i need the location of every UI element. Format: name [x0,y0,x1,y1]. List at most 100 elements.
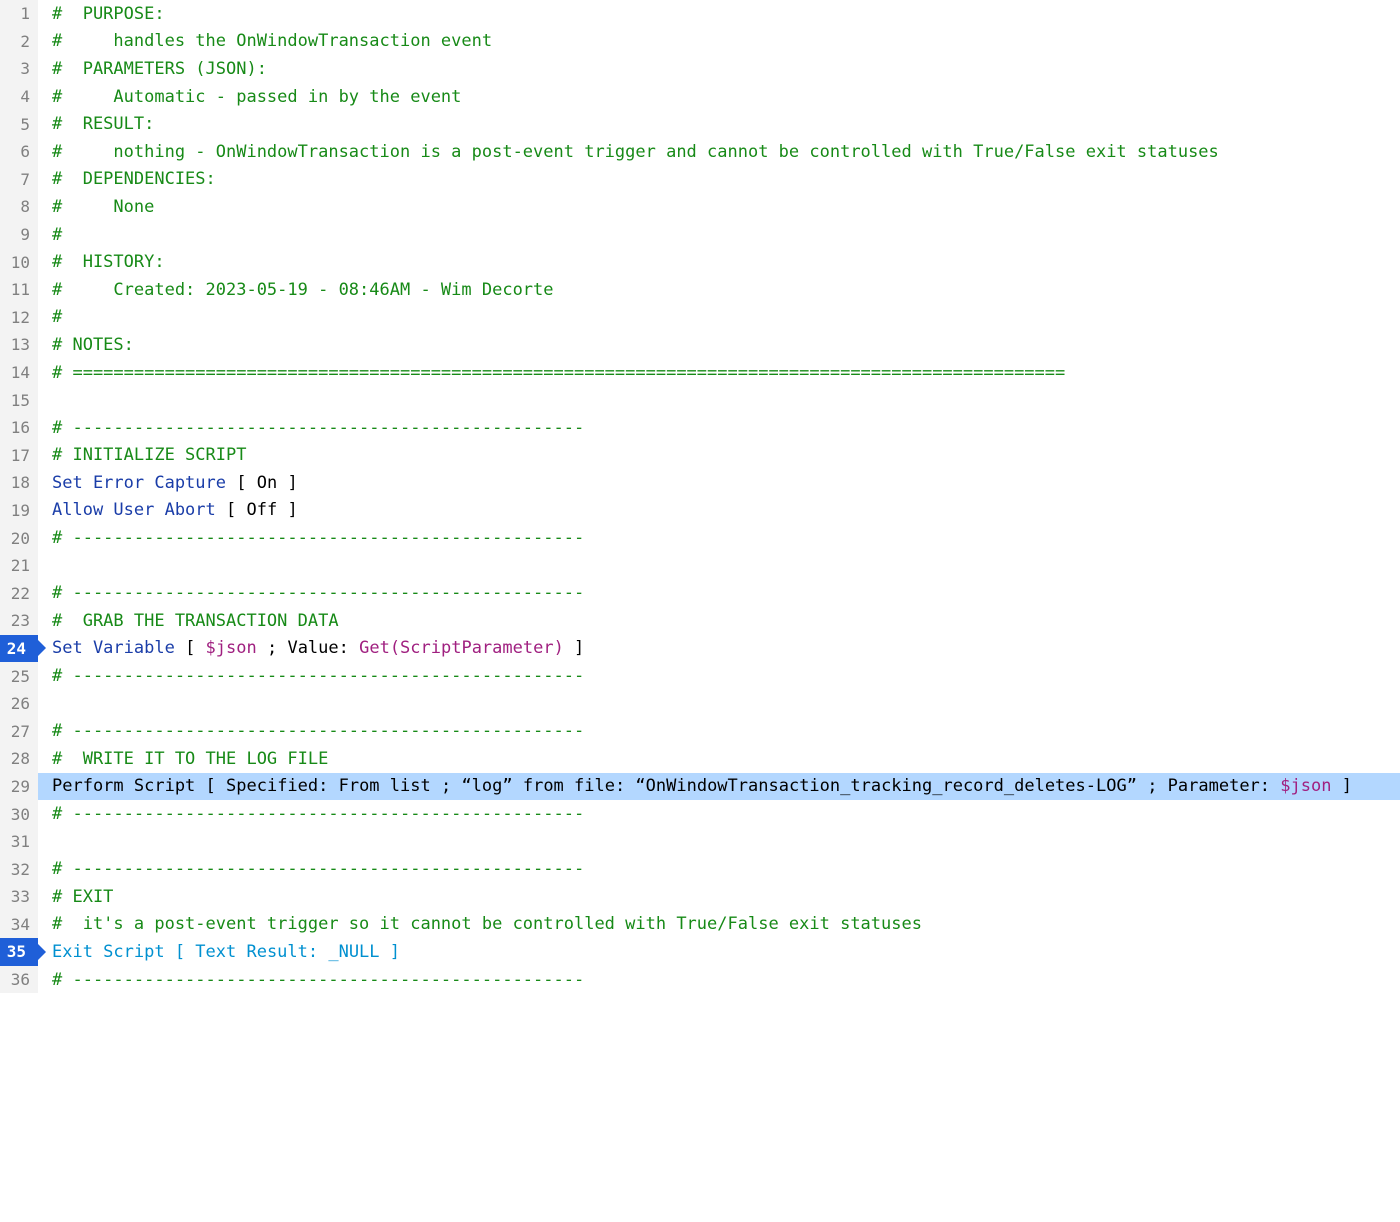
code-line[interactable]: 15 [0,386,1400,414]
code-content[interactable]: # GRAB THE TRANSACTION DATA [38,607,1400,635]
code-content[interactable]: # handles the OnWindowTransaction event [38,28,1400,56]
line-number[interactable]: 7 [0,166,38,194]
code-line[interactable]: 1# PURPOSE: [0,0,1400,28]
code-line[interactable]: 3# PARAMETERS (JSON): [0,55,1400,83]
code-content[interactable]: Allow User Abort [ Off ] [38,497,1400,525]
code-line[interactable]: 2# handles the OnWindowTransaction event [0,28,1400,56]
code-content[interactable]: # DEPENDENCIES: [38,166,1400,194]
line-number[interactable]: 6 [0,138,38,166]
code-line[interactable]: 12# [0,304,1400,332]
code-line[interactable]: 29Perform Script [ Specified: From list … [0,773,1400,801]
code-content[interactable] [38,552,1400,580]
code-line[interactable]: 13# NOTES: [0,331,1400,359]
line-number[interactable]: 30 [0,800,38,828]
code-content[interactable]: Set Error Capture [ On ] [38,469,1400,497]
code-content[interactable]: # INITIALIZE SCRIPT [38,442,1400,470]
code-content[interactable]: # PURPOSE: [38,0,1400,28]
line-number[interactable]: 12 [0,304,38,332]
code-line[interactable]: 23# GRAB THE TRANSACTION DATA [0,607,1400,635]
code-line[interactable]: 4# Automatic - passed in by the event [0,83,1400,111]
code-line[interactable]: 22# ------------------------------------… [0,579,1400,607]
code-line[interactable]: 11# Created: 2023-05-19 - 08:46AM - Wim … [0,276,1400,304]
line-number[interactable]: 29 [0,773,38,801]
line-number[interactable]: 9 [0,221,38,249]
line-number[interactable]: 22 [0,579,38,607]
code-content[interactable]: # Created: 2023-05-19 - 08:46AM - Wim De… [38,276,1400,304]
code-content[interactable]: # --------------------------------------… [38,855,1400,883]
code-content[interactable]: # NOTES: [38,331,1400,359]
code-line[interactable]: 7# DEPENDENCIES: [0,166,1400,194]
line-number[interactable]: 20 [0,524,38,552]
code-content[interactable]: # --------------------------------------… [38,524,1400,552]
code-content[interactable]: # None [38,193,1400,221]
code-line[interactable]: 31 [0,828,1400,856]
code-line[interactable]: 26 [0,690,1400,718]
code-content[interactable]: # HISTORY: [38,248,1400,276]
line-number[interactable]: 18 [0,469,38,497]
line-number[interactable]: 11 [0,276,38,304]
code-content[interactable]: # nothing - OnWindowTransaction is a pos… [38,138,1400,166]
code-content[interactable]: # --------------------------------------… [38,662,1400,690]
line-number[interactable]: 32 [0,855,38,883]
code-content[interactable]: # [38,221,1400,249]
line-number[interactable]: 23 [0,607,38,635]
code-content[interactable]: # --------------------------------------… [38,414,1400,442]
code-line[interactable]: 19Allow User Abort [ Off ] [0,497,1400,525]
line-number[interactable]: 4 [0,83,38,111]
code-line[interactable]: 18Set Error Capture [ On ] [0,469,1400,497]
code-line[interactable]: 9# [0,221,1400,249]
line-number[interactable]: 25 [0,662,38,690]
code-content[interactable] [38,386,1400,414]
code-line[interactable]: 16# ------------------------------------… [0,414,1400,442]
code-content[interactable]: # [38,304,1400,332]
code-line[interactable]: 5# RESULT: [0,110,1400,138]
line-number[interactable]: 8 [0,193,38,221]
line-number[interactable]: 13 [0,331,38,359]
code-line[interactable]: 20# ------------------------------------… [0,524,1400,552]
line-number[interactable]: 16 [0,414,38,442]
line-number[interactable]: 3 [0,55,38,83]
line-number[interactable]: 15 [0,386,38,414]
code-line[interactable]: 32# ------------------------------------… [0,855,1400,883]
line-number[interactable]: 34 [0,911,38,939]
code-line[interactable]: 8# None [0,193,1400,221]
code-line[interactable]: 24Set Variable [ $json ; Value: Get(Scri… [0,635,1400,663]
code-line[interactable]: 33# EXIT [0,883,1400,911]
code-line[interactable]: 6# nothing - OnWindowTransaction is a po… [0,138,1400,166]
code-content[interactable]: # it's a post-event trigger so it cannot… [38,911,1400,939]
line-number[interactable]: 31 [0,828,38,856]
line-number[interactable]: 5 [0,110,38,138]
code-line[interactable]: 17# INITIALIZE SCRIPT [0,442,1400,470]
code-content[interactable]: # --------------------------------------… [38,966,1400,994]
line-number[interactable]: 10 [0,248,38,276]
code-line[interactable]: 30# ------------------------------------… [0,800,1400,828]
code-content[interactable] [38,690,1400,718]
code-line[interactable]: 14# ====================================… [0,359,1400,387]
code-content[interactable]: # --------------------------------------… [38,800,1400,828]
code-content[interactable]: Perform Script [ Specified: From list ; … [38,773,1400,801]
code-line[interactable]: 10# HISTORY: [0,248,1400,276]
breakpoint-marker[interactable]: 35 [0,938,38,966]
line-number[interactable]: 33 [0,883,38,911]
code-line[interactable]: 35Exit Script [ Text Result: _NULL ] [0,938,1400,966]
code-content[interactable]: Exit Script [ Text Result: _NULL ] [38,938,1400,966]
code-content[interactable]: # WRITE IT TO THE LOG FILE [38,745,1400,773]
line-number[interactable]: 26 [0,690,38,718]
code-line[interactable]: 28# WRITE IT TO THE LOG FILE [0,745,1400,773]
line-number[interactable]: 36 [0,966,38,994]
code-content[interactable]: # Automatic - passed in by the event [38,83,1400,111]
code-line[interactable]: 21 [0,552,1400,580]
code-content[interactable]: # --------------------------------------… [38,579,1400,607]
line-number[interactable]: 17 [0,442,38,470]
line-number[interactable]: 27 [0,717,38,745]
code-line[interactable]: 36# ------------------------------------… [0,966,1400,994]
code-line[interactable]: 25# ------------------------------------… [0,662,1400,690]
code-line[interactable]: 27# ------------------------------------… [0,717,1400,745]
line-number[interactable]: 21 [0,552,38,580]
code-content[interactable]: Set Variable [ $json ; Value: Get(Script… [38,635,1400,663]
line-number[interactable]: 28 [0,745,38,773]
line-number[interactable]: 19 [0,497,38,525]
code-content[interactable] [38,828,1400,856]
code-content[interactable]: # --------------------------------------… [38,717,1400,745]
script-editor[interactable]: 1# PURPOSE:2# handles the OnWindowTransa… [0,0,1400,993]
